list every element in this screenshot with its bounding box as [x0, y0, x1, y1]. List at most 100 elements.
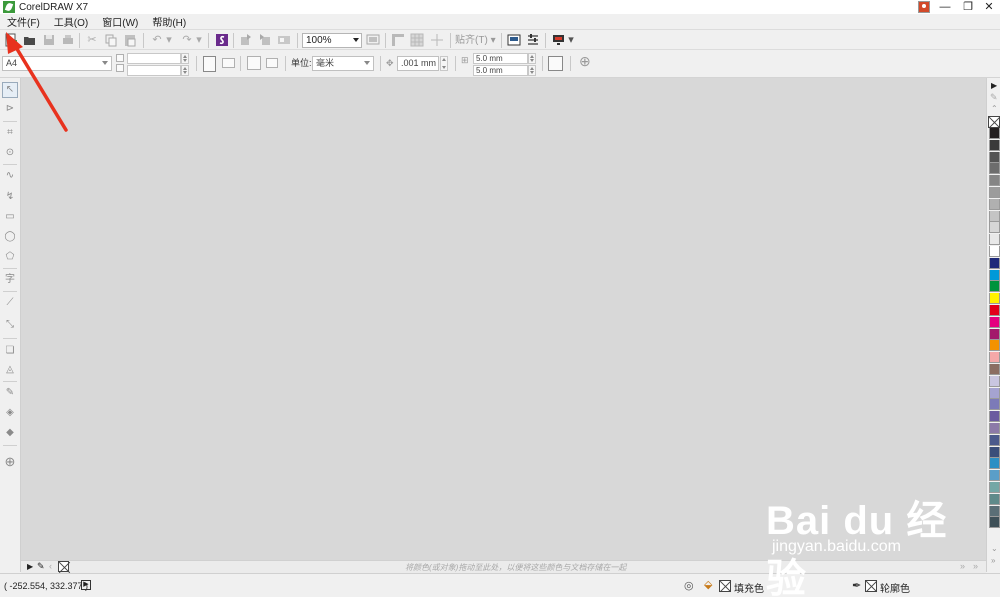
ellipse-tool-icon[interactable]: ◯ [3, 230, 17, 244]
color-swatch[interactable] [989, 293, 1000, 305]
color-swatch[interactable] [989, 399, 1000, 411]
no-color-swatch[interactable] [988, 116, 1000, 128]
undo-icon[interactable]: ↶ [150, 33, 164, 47]
zoom-tool-icon[interactable]: ⊙ [3, 146, 17, 160]
options-icon[interactable] [526, 33, 540, 47]
interactive-fill-tool-icon[interactable]: ◈ [3, 406, 17, 420]
all-pages-icon[interactable] [247, 56, 261, 70]
portrait-icon[interactable] [203, 56, 216, 72]
palette-expand-icon[interactable]: » [991, 556, 995, 565]
palette-scroll-up-icon[interactable]: ⌃ [991, 104, 998, 113]
menu-window[interactable]: 窗口(W) [95, 14, 145, 29]
color-swatch[interactable] [989, 163, 1000, 175]
full-screen-preview-icon[interactable] [366, 33, 380, 47]
cut-icon[interactable]: ✂ [85, 33, 99, 47]
freehand-tool-icon[interactable]: ∿ [3, 169, 17, 183]
color-swatch[interactable] [989, 458, 1000, 470]
status-flyout-icon[interactable]: ▶ [81, 580, 91, 590]
color-swatch[interactable] [989, 364, 1000, 375]
color-swatch[interactable] [989, 482, 1000, 493]
color-swatch[interactable] [989, 316, 1000, 328]
show-guidelines-icon[interactable] [430, 33, 444, 47]
color-swatch[interactable] [989, 281, 1000, 293]
doc-palette-scroll-left-icon[interactable]: ‹ [49, 561, 52, 571]
transparency-tool-icon[interactable]: ◬ [3, 363, 17, 377]
color-swatch[interactable] [989, 222, 1000, 234]
launcher-icon[interactable] [552, 33, 566, 47]
color-swatch[interactable] [989, 210, 1000, 222]
color-swatch[interactable] [989, 352, 1000, 364]
color-swatch[interactable] [989, 387, 1000, 399]
color-proofing-icon[interactable]: ◎ [684, 579, 694, 592]
welcome-screen-icon[interactable] [507, 33, 521, 47]
page-width-input[interactable] [127, 53, 181, 64]
show-rulers-icon[interactable] [391, 33, 405, 47]
redo-dropdown-icon[interactable]: ▾ [195, 33, 203, 47]
color-swatch[interactable] [989, 470, 1000, 482]
current-page-icon[interactable] [266, 58, 278, 68]
color-swatch[interactable] [989, 423, 1000, 434]
duplicate-x-input[interactable]: 5.0 mm [473, 53, 528, 64]
zoom-level-select[interactable]: 100% [302, 33, 362, 48]
undo-dropdown-icon[interactable]: ▾ [165, 33, 173, 47]
color-swatch[interactable] [989, 411, 1000, 423]
units-select[interactable]: 毫米 [312, 56, 374, 71]
color-swatch[interactable] [989, 257, 1000, 269]
import-icon[interactable] [239, 33, 253, 47]
color-swatch[interactable] [989, 305, 1000, 316]
connector-tool-icon[interactable]: ⤡ [3, 318, 17, 332]
color-swatch[interactable] [989, 246, 1000, 257]
color-swatch[interactable] [989, 328, 1000, 340]
color-swatch[interactable] [989, 128, 1000, 139]
color-swatch[interactable] [989, 434, 1000, 446]
export-icon[interactable] [258, 33, 272, 47]
close-button[interactable]: ✕ [978, 0, 1000, 14]
treat-as-filled-icon[interactable] [548, 56, 563, 71]
dimension-tool-icon[interactable]: ⟋ [3, 296, 17, 310]
add-icon[interactable]: ⊕ [579, 54, 591, 68]
text-tool-icon[interactable]: 字 [3, 273, 17, 287]
search-content-icon[interactable] [215, 33, 229, 47]
smart-fill-tool-icon[interactable]: ◆ [3, 426, 17, 440]
restore-button[interactable]: ❐ [957, 0, 979, 14]
color-swatch[interactable] [989, 198, 1000, 210]
polygon-tool-icon[interactable]: ⬠ [3, 250, 17, 264]
palette-flyout-icon[interactable]: ▶ [991, 81, 997, 90]
color-swatch[interactable] [989, 517, 1000, 529]
color-swatch[interactable] [989, 340, 1000, 352]
eyedropper-tool-icon[interactable]: ✎ [3, 386, 17, 400]
drop-shadow-tool-icon[interactable]: ❏ [3, 344, 17, 358]
publish-pdf-icon[interactable] [277, 33, 291, 47]
rectangle-tool-icon[interactable]: ▭ [3, 210, 17, 224]
show-grid-icon[interactable] [410, 33, 424, 47]
doc-palette-flyout-icon[interactable]: ▶ [27, 562, 33, 571]
color-swatch[interactable] [989, 175, 1000, 187]
nudge-spinner[interactable] [440, 56, 448, 71]
palette-eyedropper-icon[interactable]: ✎ [990, 92, 998, 103]
redo-icon[interactable]: ↷ [180, 33, 194, 47]
page-height-input[interactable] [127, 65, 181, 76]
nudge-distance-input[interactable]: .001 mm [397, 56, 439, 71]
fill-none-swatch[interactable] [719, 580, 731, 592]
add-tool-icon[interactable]: ⊕ [3, 455, 17, 469]
color-swatch[interactable] [989, 446, 1000, 458]
page-height-spinner[interactable] [181, 65, 189, 76]
color-swatch[interactable] [989, 375, 1000, 387]
user-account-icon[interactable] [918, 1, 930, 13]
color-swatch[interactable] [989, 139, 1000, 151]
snap-to-dropdown[interactable]: 贴齐(T) ▾ [455, 33, 496, 48]
minimize-button[interactable]: — [934, 0, 956, 14]
copy-icon[interactable] [104, 33, 118, 47]
color-swatch[interactable] [989, 234, 1000, 246]
menu-help[interactable]: 帮助(H) [145, 14, 193, 29]
palette-scroll-down-icon[interactable]: ⌄ [991, 544, 998, 553]
landscape-icon[interactable] [222, 58, 235, 68]
artistic-media-tool-icon[interactable]: ↯ [3, 190, 17, 204]
color-swatch[interactable] [989, 151, 1000, 163]
color-swatch[interactable] [989, 505, 1000, 517]
color-swatch[interactable] [989, 187, 1000, 198]
doc-palette-eyedropper-icon[interactable]: ✎ [37, 561, 45, 572]
duplicate-y-spinner[interactable] [528, 65, 536, 76]
color-swatch[interactable] [989, 269, 1000, 281]
color-swatch[interactable] [989, 493, 1000, 505]
